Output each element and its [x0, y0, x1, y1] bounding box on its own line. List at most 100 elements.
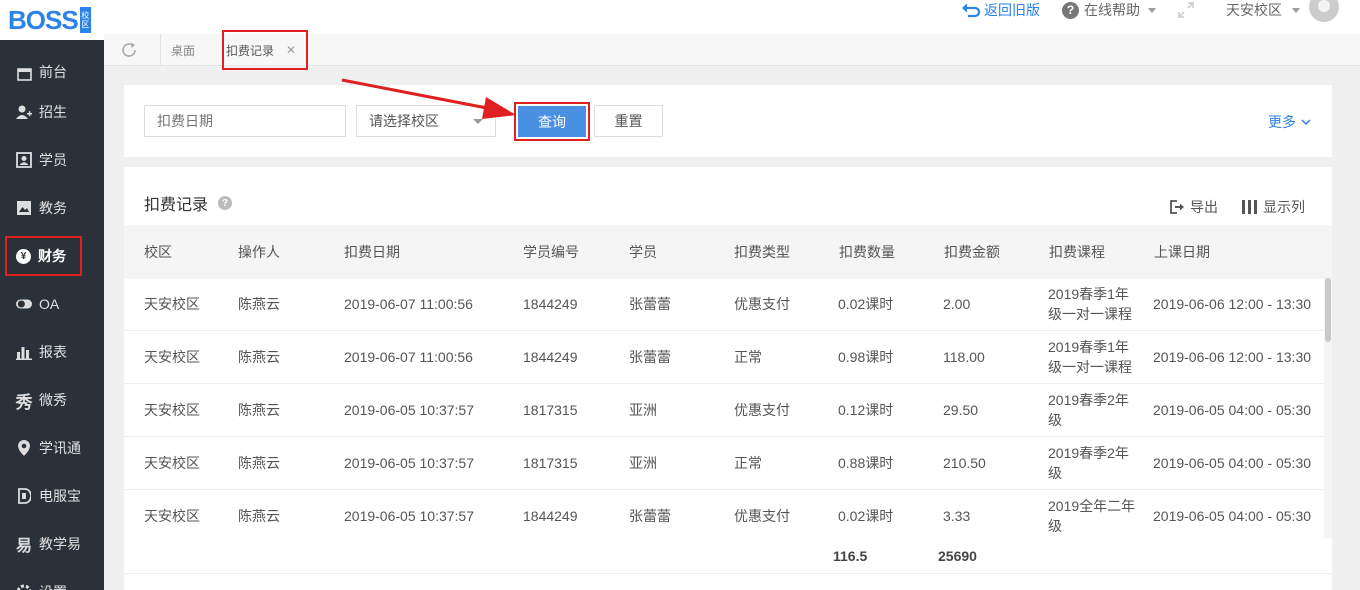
help-icon[interactable]: ?	[218, 196, 233, 210]
calendar-icon	[16, 66, 32, 82]
deduction-date-input[interactable]	[144, 105, 346, 137]
sidebar-item-students[interactable]: 学员	[0, 145, 104, 175]
sidebar-item-finance[interactable]: ¥ 财务	[0, 236, 104, 276]
chevron-down-icon	[1292, 7, 1300, 13]
cell-date: 2019-06-07 11:00:56	[344, 296, 473, 312]
cell-class-date: 2019-06-05 04:00 - 05:30	[1153, 402, 1312, 418]
id-card-icon	[16, 152, 32, 168]
column-header: 扣费类型	[734, 244, 790, 260]
cell-class-date: 2019-06-05 04:00 - 05:30	[1153, 455, 1312, 471]
query-button-label: 查询	[518, 106, 586, 137]
filter-panel: 请选择校区 查询 重置 更多	[124, 85, 1332, 157]
cell-type: 正常	[734, 455, 762, 471]
cell-type: 优惠支付	[734, 508, 790, 524]
sidebar-item-oa[interactable]: OA	[0, 289, 104, 319]
sidebar-item-settings[interactable]: 设置	[0, 577, 104, 590]
xiu-icon: 秀	[15, 392, 33, 412]
tab-desktop[interactable]: 桌面	[171, 34, 195, 66]
table-row[interactable]: 天安校区 陈燕云 2019-06-05 10:37:57 1817315 亚洲 …	[124, 437, 1324, 490]
cell-quantity: 0.02课时	[838, 508, 894, 524]
column-header: 上课日期	[1154, 244, 1210, 260]
back-label: 返回旧版	[984, 2, 1040, 18]
sidebar-item-reports[interactable]: 报表	[0, 337, 104, 367]
cell-student: 亚洲	[629, 455, 657, 471]
logo-text: BOSS	[8, 4, 79, 35]
panel-title-text: 扣费记录	[144, 197, 209, 214]
expand-icon	[1178, 2, 1194, 18]
brand-logo[interactable]: BOSS 校区	[0, 0, 104, 40]
table-row[interactable]: 天安校区 陈燕云 2019-06-07 11:00:56 1844249 张蕾蕾…	[124, 331, 1324, 384]
avatar[interactable]	[1309, 0, 1339, 22]
gear-icon	[16, 584, 32, 590]
tab-deduction-records[interactable]: 扣费记录 ✕	[222, 30, 308, 70]
campus-select[interactable]: 请选择校区	[356, 105, 496, 137]
sidebar-item-dianfubao[interactable]: 电服宝	[0, 481, 104, 511]
tab-divider	[160, 34, 161, 66]
sidebar-item-academic[interactable]: 教务	[0, 193, 104, 223]
caret-down-icon	[473, 119, 483, 124]
book-icon	[16, 200, 32, 216]
help-label: 在线帮助	[1084, 2, 1140, 18]
sidebar-item-label: 报表	[39, 344, 67, 360]
cell-operator: 陈燕云	[238, 296, 280, 312]
chevron-down-icon	[1301, 119, 1311, 126]
cell-campus: 天安校区	[144, 296, 200, 312]
cell-amount: 118.00	[943, 349, 985, 365]
table-row[interactable]: 天安校区 陈燕云 2019-06-05 10:37:57 1817315 亚洲 …	[124, 384, 1324, 437]
fullscreen-button[interactable]	[1178, 0, 1194, 20]
sidebar-item-label: 微秀	[39, 392, 67, 408]
logo-tag: 校区	[79, 7, 91, 33]
column-settings-button[interactable]: 显示列	[1242, 197, 1305, 217]
question-icon: ?	[1062, 1, 1079, 19]
reset-button[interactable]: 重置	[594, 105, 663, 137]
table-scrollbar[interactable]	[1324, 278, 1332, 538]
sidebar-item-weixiu[interactable]: 秀 微秀	[0, 385, 104, 415]
refresh-icon[interactable]	[120, 41, 138, 59]
cell-type: 正常	[734, 349, 762, 365]
tab-label: 扣费记录	[226, 43, 275, 58]
query-button[interactable]: 查询	[514, 102, 590, 141]
cell-course: 2019春季2年级	[1048, 445, 1129, 481]
sidebar-item-xuexuntong[interactable]: 学讯通	[0, 433, 104, 463]
highlight-box	[5, 236, 82, 276]
export-label: 导出	[1190, 199, 1218, 215]
table-row[interactable]: 天安校区 陈燕云 2019-06-07 11:00:56 1844249 张蕾蕾…	[124, 278, 1324, 331]
sidebar-item-label: 电服宝	[39, 488, 81, 504]
scrollbar-thumb[interactable]	[1325, 278, 1331, 342]
online-help-dropdown[interactable]: ? 在线帮助	[1062, 0, 1156, 20]
campus-label: 天安校区	[1226, 2, 1282, 18]
cell-quantity: 0.98课时	[838, 349, 894, 365]
sidebar-item-front-desk[interactable]: 前台	[0, 48, 104, 82]
column-header: 校区	[144, 244, 172, 260]
column-header: 学员	[629, 244, 657, 260]
cell-campus: 天安校区	[144, 349, 200, 365]
panel-title: 扣费记录 ?	[144, 191, 233, 215]
cell-type: 优惠支付	[734, 402, 790, 418]
sidebar-item-label: 前台	[39, 64, 67, 80]
back-to-old-version-link[interactable]: 返回旧版	[962, 0, 1040, 20]
more-filters-toggle[interactable]: 更多	[1268, 112, 1312, 132]
cell-student-id: 1844249	[523, 296, 578, 312]
sidebar-item-enrollment[interactable]: 招生	[0, 97, 104, 127]
summary-quantity: 116.5	[833, 548, 868, 564]
location-icon	[16, 440, 32, 456]
sidebar: BOSS 校区 前台 招生 学员 教务 ¥ 财务 OA 报表 秀 微秀 学讯通 …	[0, 0, 104, 590]
sidebar-item-label: 教学易	[39, 536, 81, 552]
columns-icon	[1242, 200, 1257, 214]
cell-class-date: 2019-06-05 04:00 - 05:30	[1153, 508, 1312, 524]
cell-student-id: 1817315	[523, 455, 578, 471]
column-header: 扣费课程	[1049, 244, 1105, 260]
cell-student: 张蕾蕾	[629, 508, 671, 524]
cell-student: 亚洲	[629, 402, 657, 418]
close-icon[interactable]: ✕	[286, 43, 296, 57]
cell-course: 2019春季2年级	[1048, 392, 1129, 428]
table-row[interactable]: 天安校区 陈燕云 2019-06-05 10:37:57 1844249 张蕾蕾…	[124, 490, 1324, 538]
table-header: 校区 操作人 扣费日期 学员编号 学员 扣费类型 扣费数量 扣费金额 扣费课程 …	[124, 226, 1332, 278]
campus-selector[interactable]: 天安校区	[1226, 0, 1300, 20]
records-panel: 扣费记录 ? 导出 显示列 校区 操作人 扣费日期 学员编号 学员 扣费类型 扣…	[124, 167, 1332, 590]
cell-date: 2019-06-05 10:37:57	[344, 402, 474, 418]
export-button[interactable]: 导出	[1170, 197, 1218, 217]
sidebar-item-jiaoxueyi[interactable]: 易 教学易	[0, 529, 104, 559]
teach-icon: 易	[16, 538, 33, 555]
cell-operator: 陈燕云	[238, 455, 280, 471]
